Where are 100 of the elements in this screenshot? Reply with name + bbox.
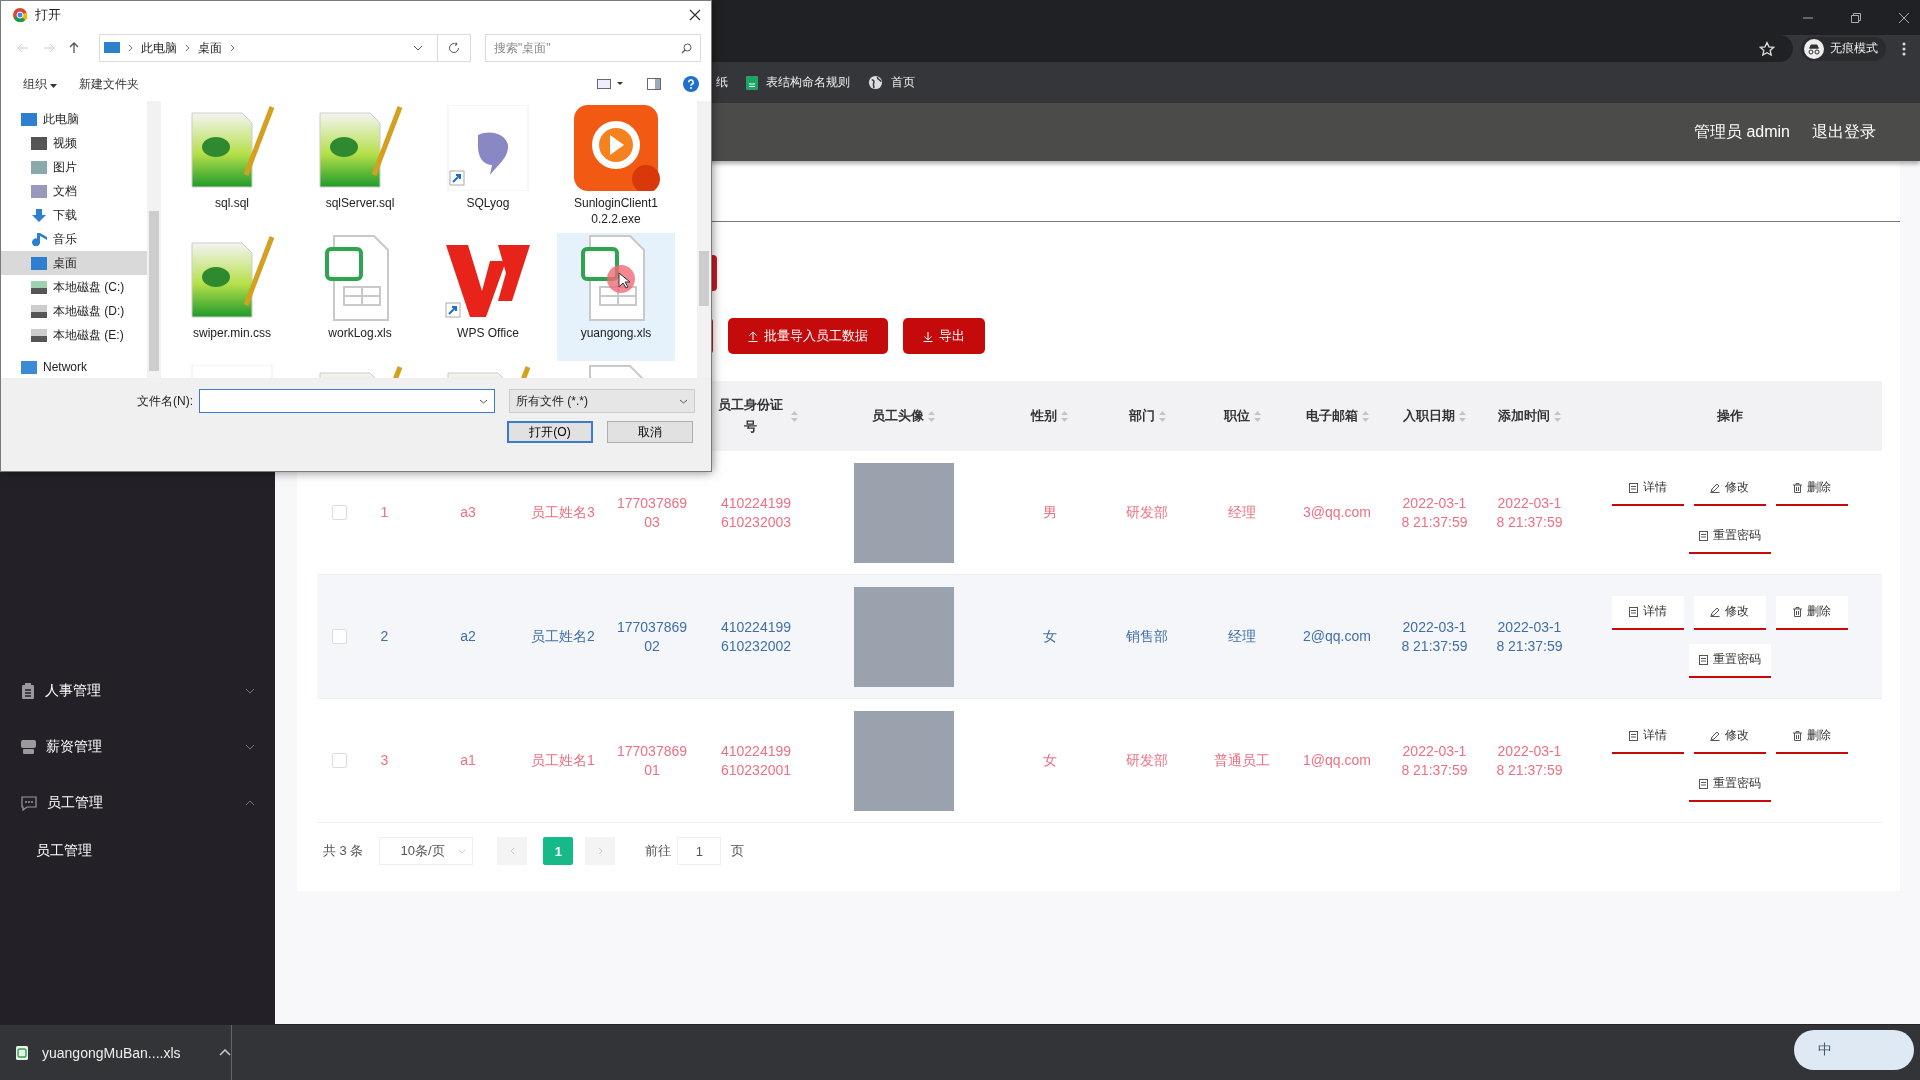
toolbar-button[interactable]: 导出 [903,318,985,354]
folder-tree-item[interactable]: 本地磁盘 (E:) [1,323,147,347]
preview-pane-icon[interactable] [647,78,661,90]
sidebar-submenu-item[interactable]: 员工管理 [0,831,275,871]
row-checkbox[interactable] [332,629,347,644]
folder-tree-item[interactable]: 音乐 [1,227,147,251]
folder-tree-item[interactable]: 文档 [1,179,147,203]
file-type-select[interactable]: 所有文件 (*.*) [509,389,695,413]
page-size-select[interactable]: 10条/页 [379,837,474,865]
close-icon[interactable] [689,9,701,21]
cancel-button[interactable]: 取消 [607,421,693,443]
folder-tree-item[interactable]: Network [1,355,147,379]
next-page-button[interactable] [585,837,616,865]
table-cell: 410224199610232003 [720,493,792,532]
table-cell-text: 2022-03-18 21:37:59 [1495,493,1564,532]
forward-arrow-icon[interactable] [43,43,55,53]
dropdown-icon[interactable] [413,45,423,51]
row-checkbox[interactable] [332,505,347,520]
input-method-indicator[interactable]: 中 [1794,1030,1914,1070]
sort-icon[interactable] [1061,410,1068,422]
view-options-icon[interactable] [597,78,625,90]
row-action-button[interactable]: 详情 [1611,595,1684,630]
sort-icon[interactable] [1253,410,1261,422]
download-icon [31,208,47,222]
bookmark-link[interactable]: 首页 [868,74,915,91]
row-checkbox[interactable] [332,753,347,768]
chevron-up-icon[interactable] [219,1049,231,1056]
file-item[interactable]: workLog.xls [301,233,419,361]
file-item[interactable]: swiper.min.css [173,233,291,361]
table-cell: 普通员工 [1214,751,1270,770]
scrollbar[interactable] [697,101,711,378]
table-cell: 女 [1042,627,1057,646]
breadcrumb-link[interactable]: 此电脑 [141,39,177,57]
more-menu-icon[interactable] [1902,41,1906,56]
folder-tree-item[interactable]: 桌面 [1,251,147,275]
chevron-right-icon [128,44,133,52]
file-item[interactable]: sql.sql [173,103,291,231]
table-cell: 1 [380,503,389,522]
sort-icon[interactable] [1158,410,1166,422]
table-cell: 2 [380,627,389,646]
new-folder-button[interactable]: 新建文件夹 [79,75,140,93]
path-bar[interactable]: 此电脑 桌面 [99,34,471,62]
folder-tree-item[interactable]: 本地磁盘 (D:) [1,299,147,323]
sidebar-menu-item[interactable]: 员工管理 [0,775,275,831]
bookmark-link[interactable]: 纸 [716,74,728,91]
sort-icon[interactable] [1361,410,1369,422]
organize-menu[interactable]: 组织 [23,75,58,93]
bookmark-link[interactable]: 表结构命名规则 [746,74,850,91]
dropdown-icon [479,398,488,404]
sidebar-menu-item[interactable]: 人事管理 [0,663,275,719]
star-icon[interactable] [1759,40,1775,57]
file-item[interactable]: sqlServer.sql [301,103,419,231]
open-button[interactable]: 打开(O) [507,421,593,443]
document-icon [1698,530,1708,541]
toolbar-button[interactable]: 批量导入员工数据 [728,318,888,354]
folder-tree-item[interactable]: 下载 [1,203,147,227]
incognito-badge[interactable]: 无痕模式 [1801,36,1886,61]
folder-tree-item[interactable]: 图片 [1,155,147,179]
logout-link[interactable]: 退出登录 [1812,121,1876,143]
upload-icon [748,330,758,342]
up-arrow-icon[interactable] [69,42,79,54]
scrollbar[interactable] [147,101,161,378]
restore-icon[interactable] [1850,11,1862,24]
close-icon[interactable] [1898,11,1910,24]
back-arrow-icon[interactable] [17,43,29,53]
breadcrumb-link[interactable]: 桌面 [198,39,222,57]
pencil-icon [1710,606,1720,617]
folder-tree-item[interactable]: 本地磁盘 (C:) [1,275,147,299]
previous-page-button[interactable] [497,837,528,865]
folder-tree-item[interactable]: 视频 [1,131,147,155]
file-item[interactable]: WPS Office [429,233,547,361]
sort-icon[interactable] [790,410,798,422]
sort-icon[interactable] [1554,410,1561,422]
table-cell: 3 [380,751,389,770]
browser-logo-icon [13,8,27,22]
download-item[interactable]: yuangongMuBan....xls [0,1025,232,1080]
sidebar-menu-item[interactable]: 薪资管理 [0,719,275,775]
table-cell: 研发部 [1126,751,1168,770]
row-action-button[interactable]: 修改 [1693,595,1766,630]
filename-field[interactable] [199,389,495,413]
sort-icon[interactable] [928,410,935,422]
folder-tree-item[interactable]: 此电脑 [1,107,147,131]
file-item[interactable]: yuangong.xls [557,233,675,361]
search-field[interactable]: 搜索"桌面" [485,34,701,62]
page-number-field[interactable]: 1 [677,837,722,865]
help-icon[interactable] [683,76,699,92]
row-action-button[interactable]: 重置密码 [1688,643,1771,678]
chevron-right-icon[interactable] [230,44,235,52]
download-icon [923,330,933,342]
file-item[interactable]: SunloginClient10.2.2.exe [557,103,675,231]
picture-icon [31,160,47,174]
document-icon [1628,730,1638,741]
clipboard-icon [21,683,35,699]
wallet-icon [21,740,36,754]
file-item[interactable]: SQLyog [429,103,547,231]
sort-icon[interactable] [1459,410,1466,422]
table-cell: a2 [460,627,476,646]
refresh-icon[interactable] [448,42,460,54]
row-action-button[interactable]: 删除 [1775,595,1848,630]
incognito-icon [1804,38,1824,59]
